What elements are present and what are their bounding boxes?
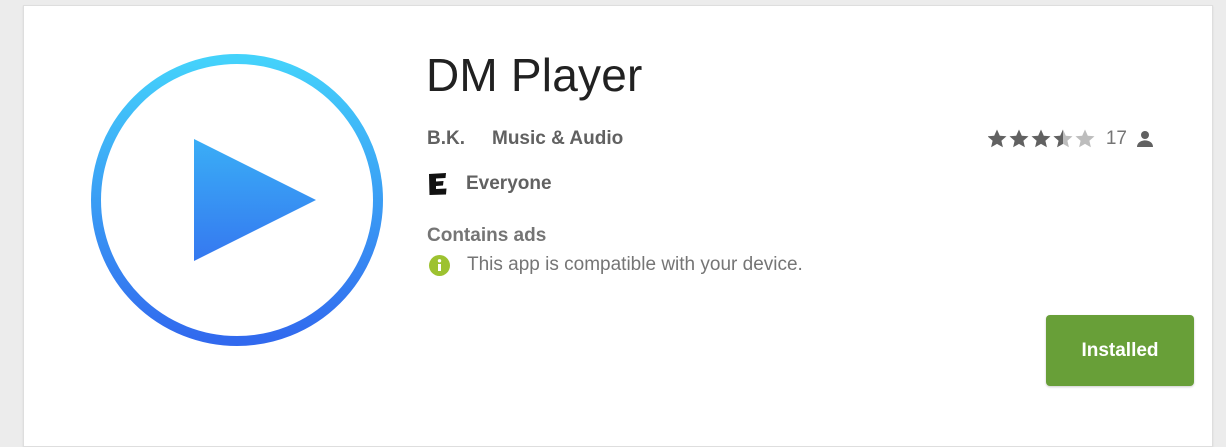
star-half-icon xyxy=(1053,129,1073,148)
star-icon xyxy=(1031,129,1051,148)
play-circle-icon xyxy=(91,54,383,346)
star-icon xyxy=(987,129,1007,148)
esrb-e-icon xyxy=(429,173,447,195)
person-icon xyxy=(1137,131,1153,147)
app-title: DM Player xyxy=(426,49,643,101)
star-icon xyxy=(1075,129,1095,148)
star-icon xyxy=(1009,129,1029,148)
compatibility-note: This app is compatible with your device. xyxy=(429,254,803,276)
rating-summary[interactable]: 17 xyxy=(987,127,1154,151)
info-icon xyxy=(429,254,450,276)
app-details-card: DM Player B.K. Music & Audio 17 Everyone… xyxy=(23,5,1213,447)
developer-link[interactable]: B.K. xyxy=(427,128,465,150)
category-link[interactable]: Music & Audio xyxy=(492,128,623,150)
content-rating[interactable]: Everyone xyxy=(428,172,552,196)
star-rating xyxy=(987,129,1095,148)
installed-button[interactable]: Installed xyxy=(1046,315,1194,386)
rating-count: 17 xyxy=(1105,128,1127,149)
content-rating-label: Everyone xyxy=(466,173,552,194)
compatibility-text: This app is compatible with your device. xyxy=(467,254,803,275)
contains-ads-note: Contains ads xyxy=(427,225,547,246)
